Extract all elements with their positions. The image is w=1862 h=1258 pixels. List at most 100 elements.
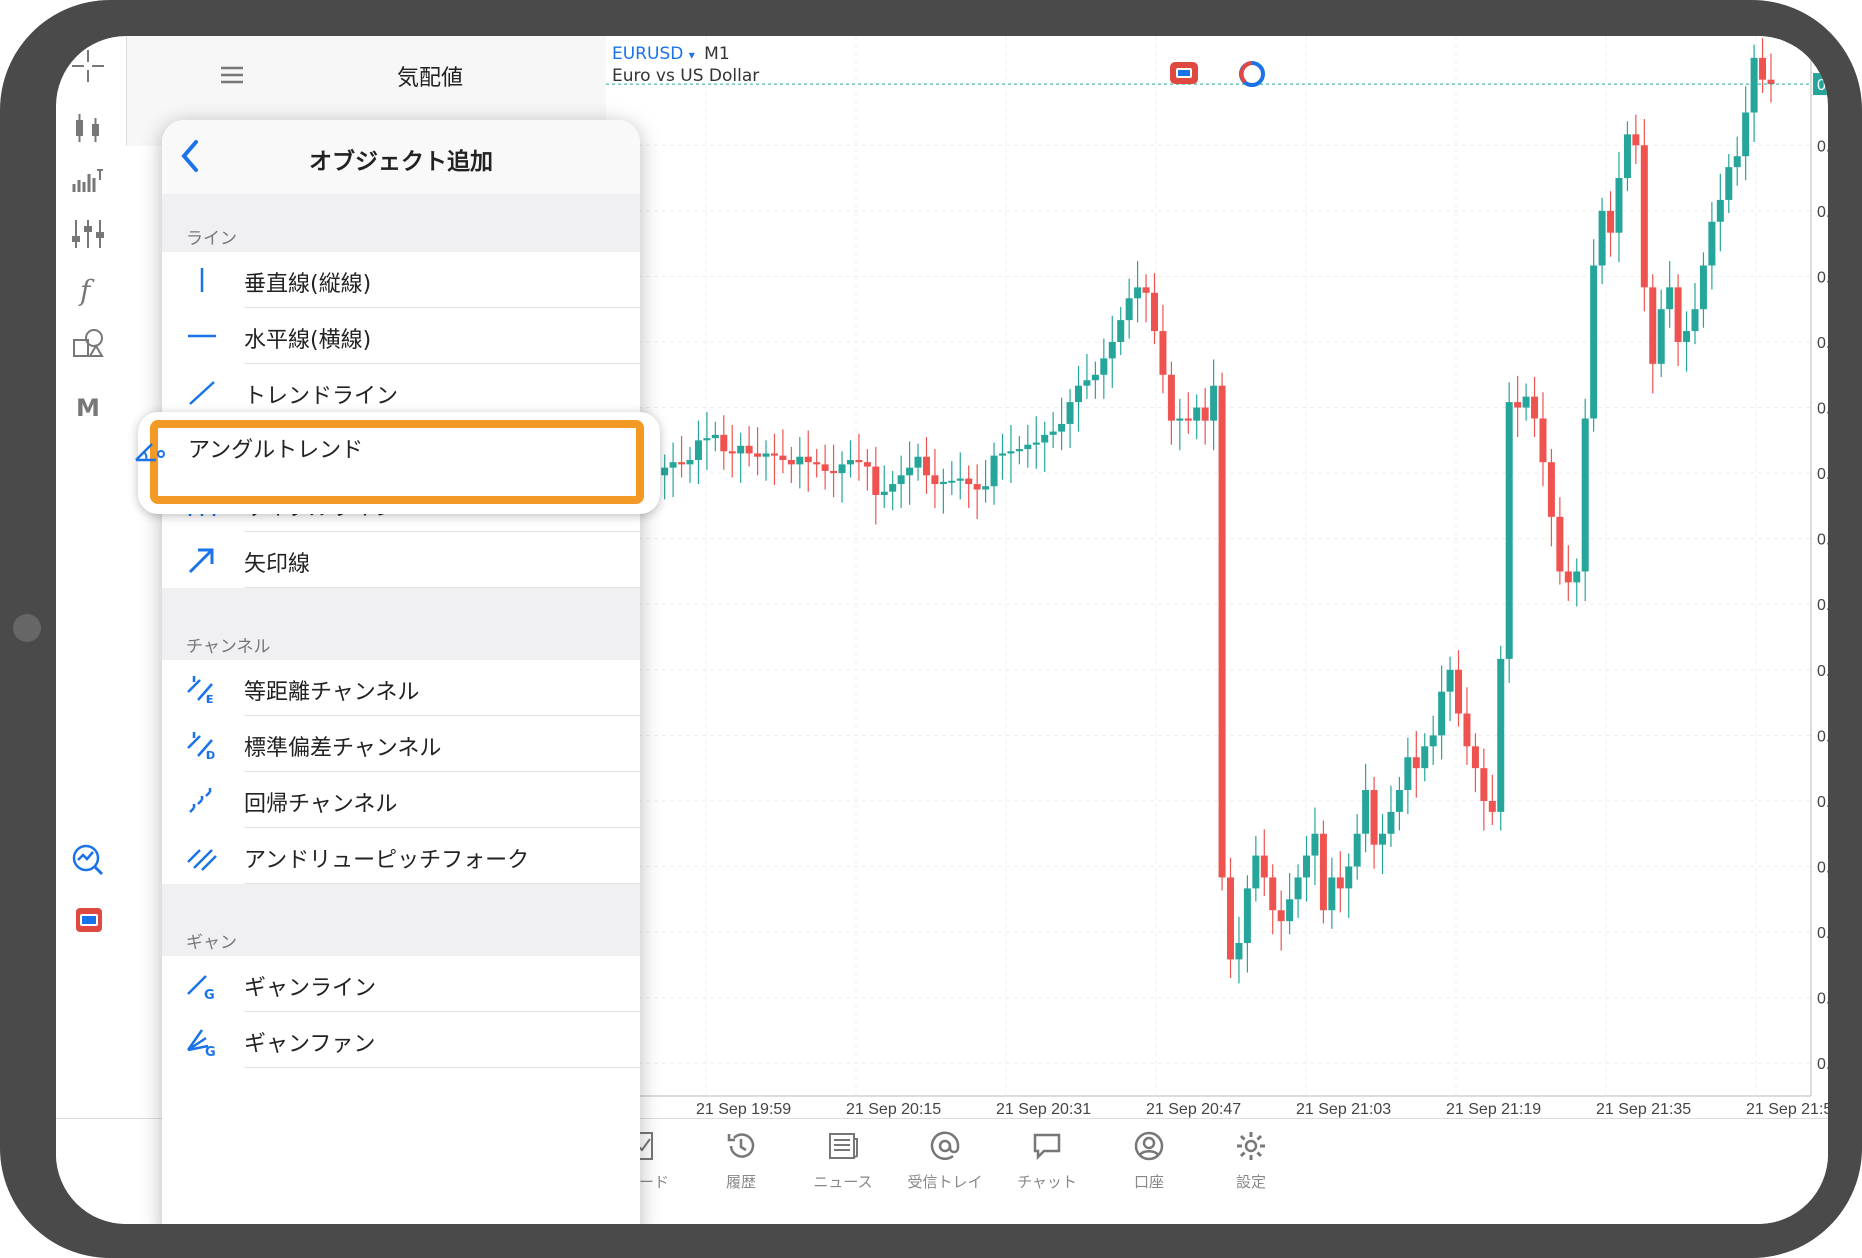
equidistant-channel-icon: E [184,670,220,706]
candle-body [1497,658,1505,812]
x-tick-label: 21 Sep 20:47 [1146,1101,1241,1118]
object-item-label: 回帰チャンネル [244,792,398,817]
candle-body [998,453,1006,456]
svg-text:M: M [76,394,100,422]
regression-channel-icon [184,782,220,818]
candle-body [779,455,787,460]
object-item[interactable]: D 標準偏差チャンネル [162,716,640,772]
candle-body [1294,877,1302,900]
indicators-icon[interactable] [68,160,116,200]
object-item[interactable]: 垂直線(縦線) [162,252,640,308]
object-item[interactable]: G ギャンファン [162,1012,640,1068]
function-icon[interactable]: f [68,270,116,310]
symbol-description: Euro vs US Dollar [612,66,760,86]
candle-body [1159,331,1167,375]
symbol-name: EURUSD [612,44,684,64]
objects-icon[interactable] [68,324,116,364]
nav-item[interactable]: 受信トレイ [900,1129,990,1192]
list-icon[interactable] [217,60,247,94]
chart-panel[interactable]: 0.99010 0.98950 0.98890 0.98830 0.98770 0.987… [606,36,1828,1118]
candle-body [1531,396,1539,419]
candle-body [1649,287,1657,364]
candle-body [1100,358,1108,375]
crosshair-icon[interactable] [68,46,116,86]
y-tick-label: 0.98650 [1817,532,1828,549]
candle-body [1125,298,1133,321]
price-chart[interactable]: 0.99010 0.98950 0.98890 0.98830 0.98770 0.987… [606,36,1828,1118]
candle-body [770,453,778,456]
vertical-line-icon [184,262,220,298]
andrews-pitchfork-icon [184,838,220,874]
object-item[interactable]: E 等距離チャンネル [162,660,640,716]
candle-body [1539,418,1547,463]
trading-signals-icon[interactable] [68,840,116,880]
candle-body [1319,833,1327,911]
one-click-panel-icon[interactable] [1168,60,1200,90]
candle-body [1581,418,1589,572]
candle-body [948,480,956,483]
candle-body [1184,418,1192,421]
chat-icon [1002,1129,1092,1165]
candle-body [1328,877,1336,911]
candle-body [1716,199,1724,222]
candle-body [754,453,762,457]
gann-line-icon: G [184,966,220,1003]
y-tick-label: 0.98830 [1817,335,1828,352]
candle-body [1666,287,1674,310]
nav-item-label: 履歴 [725,1173,756,1191]
candle-body [1370,790,1378,845]
nav-item[interactable]: チャット [1002,1129,1092,1192]
candle-body [1455,669,1463,714]
candle-body [804,456,812,463]
candle-body [1607,210,1615,233]
sliders-icon[interactable] [68,214,116,254]
object-item[interactable]: G ギャンライン [162,956,640,1012]
object-item[interactable]: 水平線(横線) [162,308,640,364]
candle-body [1286,899,1294,922]
candle-body [1742,112,1750,157]
news-icon [798,1129,888,1165]
candle-body [1243,888,1251,944]
x-tick-label: 21 Sep 21:19 [1446,1101,1541,1118]
m-icon[interactable]: M [68,386,116,426]
y-tick-label: 0.98770 [1817,401,1828,418]
object-item-label: ギャンライン [244,976,377,1001]
candle-body [787,460,795,465]
y-tick-label: 0.98290 [1817,925,1828,942]
divider [244,1067,640,1068]
candle-body [1362,790,1370,834]
y-tick-label: 0.99010 [1817,138,1828,155]
y-tick-label: 0.98590 [1817,597,1828,614]
object-item[interactable]: 矢印線 [162,532,640,588]
object-item[interactable]: 回帰チャンネル [162,772,640,828]
screen: f M 気配値 639170050774671 [56,36,1828,1224]
signal-ring-icon[interactable] [1236,58,1268,94]
candle-body [1218,385,1226,878]
candle-body [1311,833,1319,856]
candle-body [1632,134,1640,146]
candle-body [1150,292,1158,332]
nav-item[interactable]: 設定 [1206,1129,1296,1192]
object-item-label: アンドリューピッチフォーク [244,848,530,873]
nav-item[interactable]: ニュース [798,1129,888,1192]
candle-body [914,456,922,468]
section-header: チャンネル [162,588,640,660]
candle-body [720,434,728,452]
candle-body [1345,866,1353,889]
arrow-line-icon [184,542,220,578]
highlight-label[interactable]: アングルトレンド [188,432,363,464]
candle-body [1573,571,1581,583]
one-click-trading-icon[interactable] [68,898,116,938]
timeframe-label: M1 [704,44,730,64]
candles-icon[interactable] [68,108,116,148]
object-item[interactable]: アンドリューピッチフォーク [162,828,640,884]
nav-item[interactable]: 履歴 [696,1129,786,1192]
chart-symbol-label[interactable]: EURUSD ▾ M1 [612,44,730,64]
candle-body [813,462,821,465]
candle-body [1691,309,1699,332]
candle-body [1066,402,1074,424]
nav-item[interactable]: 口座 [1104,1129,1194,1192]
svg-text:D: D [206,749,215,762]
current-price-label: 0.99066 [1817,77,1828,94]
horizontal-line-icon [184,318,220,354]
